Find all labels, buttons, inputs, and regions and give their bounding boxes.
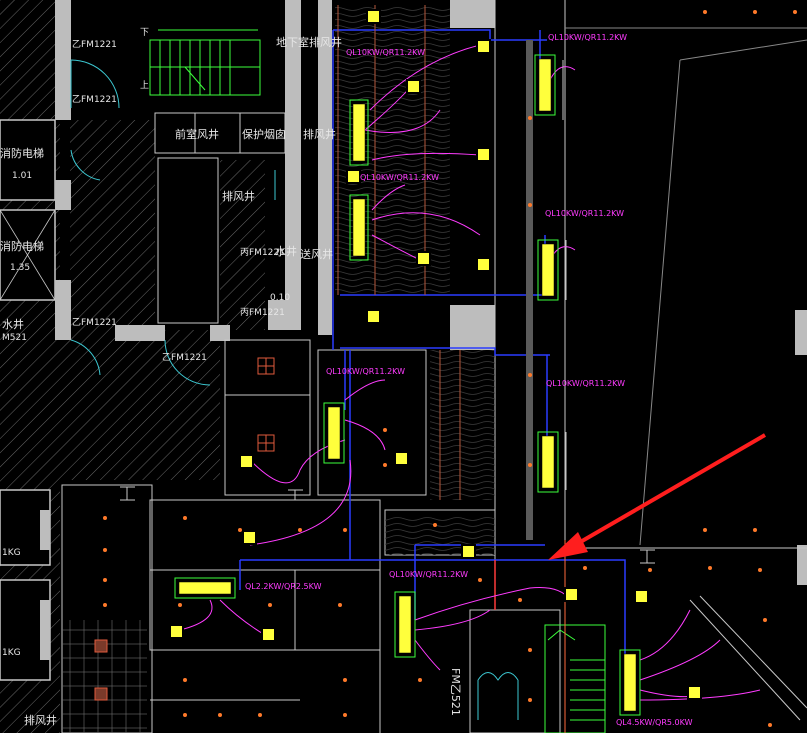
label-elevator-2: 消防电梯 [0, 239, 44, 253]
fcu-8 [174, 577, 236, 599]
label-misc-1: 1.01 [12, 171, 32, 181]
red-arrow-icon [548, 433, 767, 560]
fcu-4 [537, 239, 559, 301]
label-fm1221-c: 乙FM1221 [72, 317, 117, 328]
unit-label-9: QL4.5KW/QR5.0KW [616, 718, 693, 727]
label-fm1221-b: 乙FM1221 [72, 94, 117, 105]
hvac-floor-plan[interactable]: 乙FM1221 乙FM1221 乙FM1221 乙FM1221 下 上 地下室排… [0, 0, 807, 733]
label-basement-exhaust-shaft: 地下室排风井 [276, 35, 342, 49]
fcu-6 [323, 402, 345, 464]
unit-label-8: QL2.2KW/QR2.5KW [245, 582, 322, 591]
label-water-well-left: 水井 [2, 317, 24, 331]
label-exhaust-shaft-1: 排风井 [303, 127, 336, 141]
label-pipe-shaft-1: 丙FM1221 [240, 247, 285, 258]
label-misc-2: 1.35 [10, 263, 30, 273]
fcu-7 [394, 591, 416, 658]
label-protected-flue: 保护烟囱 [242, 127, 286, 141]
unit-label-2: QL10KW/QR11.2KW [548, 33, 627, 42]
unit-label-7: QL10KW/QR11.2KW [389, 570, 468, 579]
stairs-lower [544, 624, 606, 733]
label-supply-shaft: 送风井 [300, 247, 333, 261]
fcu-3 [534, 54, 556, 116]
unit-label-6: QL10KW/QR11.2KW [546, 379, 625, 388]
label-elevator-1: 消防电梯 [0, 146, 44, 160]
fcu-9 [619, 649, 641, 716]
stairs-upper [149, 29, 261, 96]
label-down: 下 [140, 28, 149, 38]
label-misc-5: 1KG [2, 548, 21, 558]
label-exhaust-shaft-2: 排风井 [222, 189, 255, 203]
label-door-fmz521: FM乙521 [449, 668, 462, 716]
unit-label-1: QL10KW/QR11.2KW [346, 48, 425, 57]
unit-label-4: QL10KW/QR11.2KW [545, 209, 624, 218]
label-front-room-fan-shaft: 前室风井 [175, 127, 219, 141]
label-misc-6: 1KG [2, 648, 21, 658]
tile-floor [62, 620, 147, 733]
unit-label-5: QL10KW/QR11.2KW [326, 367, 405, 376]
label-fm1221-d: 乙FM1221 [162, 352, 207, 363]
unit-label-3: QL10KW/QR11.2KW [360, 173, 439, 182]
label-fm1221-a: 乙FM1221 [72, 39, 117, 50]
label-exhaust-shaft-3: 排风井 [24, 713, 57, 727]
label-misc-3: 0.10 [270, 293, 290, 303]
fcu-5 [537, 431, 559, 493]
label-up: 上 [140, 80, 149, 91]
label-misc-4: M521 [2, 333, 27, 343]
label-pipe-shaft-2: 丙FM1221 [240, 307, 285, 318]
stair-right-edge [689, 595, 807, 721]
